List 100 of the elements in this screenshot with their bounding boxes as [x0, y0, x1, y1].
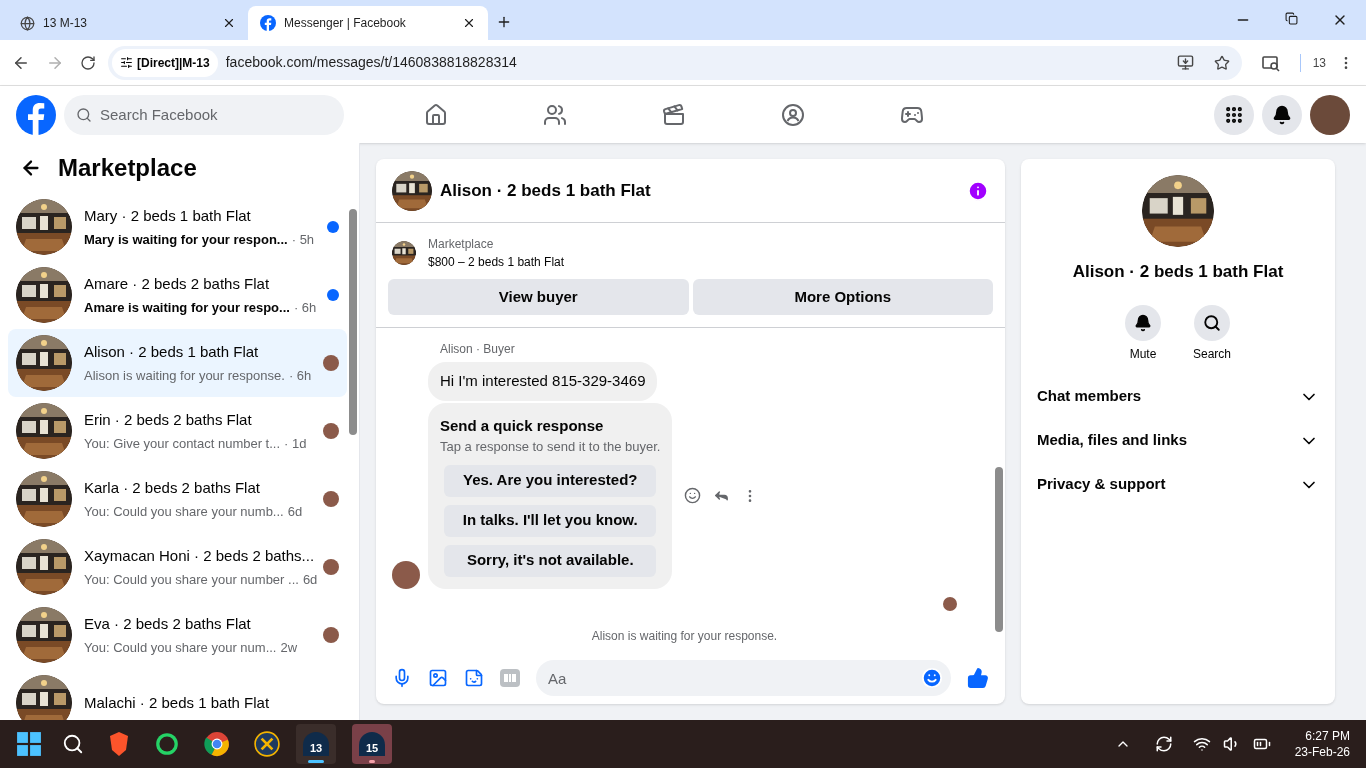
section-label: Privacy & support: [1037, 474, 1167, 495]
conversation-item[interactable]: Karla · 2 beds 2 baths Flat You: Could you share your numb... 6d: [8, 465, 347, 533]
listing-price: $800 – 2 beds 1 bath Flat: [428, 254, 565, 271]
bell-icon: [1134, 313, 1152, 332]
clock-date[interactable]: 23-Feb-26: [1294, 744, 1350, 760]
grid-icon: [1224, 104, 1244, 125]
section-label: Media, files and links: [1037, 430, 1189, 451]
search-icon: [76, 106, 92, 123]
details-section[interactable]: Chat members: [1029, 374, 1327, 419]
globe-icon: [20, 15, 35, 31]
app-number: 15: [359, 732, 385, 756]
sync-icon[interactable]: [1154, 735, 1173, 753]
conversation-title: Xaymacan Honi · 2 beds 2 baths...: [84, 546, 311, 566]
quick-response-button[interactable]: Yes. Are you interested?: [444, 464, 657, 497]
section-label: Chat members: [1037, 386, 1143, 407]
restore-icon[interactable]: [1285, 12, 1298, 25]
conversation-title: Karla · 2 beds 2 baths Flat: [84, 478, 261, 498]
message-preview: You: Could you share your num...: [84, 638, 277, 657]
action-icon-button[interactable]: [1125, 304, 1161, 341]
browser-icon[interactable]: [204, 731, 230, 757]
conversation-item[interactable]: Amare · 2 beds 2 baths Flat Amare is waiting for your respo... · 6h: [8, 261, 347, 329]
action-button[interactable]: View buyer: [388, 279, 689, 315]
site-info-chip[interactable]: [Direct]|M-13: [112, 48, 218, 77]
action-label: Search: [1193, 345, 1231, 363]
quick-response-subtitle: Tap a response to send it to the buyer.: [440, 438, 661, 456]
url-text: facebook.com/messages/t/1460838818828314: [225, 53, 518, 72]
chat-title: Alison · 2 beds 1 bath Flat: [440, 179, 652, 202]
clock-time[interactable]: 6:27 PM: [1305, 728, 1350, 744]
browser-tab[interactable]: 13 M-13: [8, 6, 248, 40]
action-button[interactable]: More Options: [692, 279, 993, 315]
facebook-icon: [260, 15, 276, 31]
message-time: 6d: [302, 570, 318, 589]
message-preview: Mary is waiting for your respon...: [84, 230, 288, 249]
profile-avatar[interactable]: [1310, 94, 1350, 135]
search-icon: [1203, 313, 1221, 332]
image-icon[interactable]: [428, 668, 448, 688]
status-text: Alison is waiting for your response.: [591, 627, 778, 645]
conversation-title: Eva · 2 beds 2 baths Flat: [84, 614, 252, 634]
like-icon[interactable]: [967, 667, 989, 689]
conversation-item[interactable]: Alison · 2 beds 1 bath Flat Alison is waiting for your response. · 6h: [8, 329, 347, 397]
menu-button[interactable]: [1214, 94, 1254, 135]
notifications-button[interactable]: [1262, 94, 1302, 135]
sticker-icon[interactable]: [464, 668, 484, 688]
bookmark-icon[interactable]: [1213, 54, 1230, 71]
browser-tab[interactable]: Messenger | Facebook: [248, 6, 488, 40]
bell-icon: [1272, 104, 1292, 125]
conversation-title: Mary · 2 beds 1 bath Flat: [84, 206, 252, 226]
action-icon-button[interactable]: [1194, 304, 1230, 341]
quick-response-title: Send a quick response: [440, 415, 605, 436]
conversation-item[interactable]: Eva · 2 beds 2 baths Flat You: Could you share your num... 2w: [8, 601, 347, 669]
video-icon[interactable]: [662, 102, 686, 127]
start-icon[interactable]: [16, 731, 42, 757]
conversation-title: Erin · 2 beds 2 baths Flat: [84, 410, 253, 430]
tab-title: 13 M-13: [43, 15, 89, 32]
app-number: 13: [303, 732, 329, 756]
tune-icon: [120, 56, 133, 69]
conversation-item[interactable]: Mary · 2 beds 1 bath Flat Mary is waiting for your respon... · 5h: [8, 193, 347, 261]
message-bubble: Hi I'm interested 815-329-3469: [428, 362, 658, 401]
sidebar-title: Marketplace: [58, 153, 197, 183]
message-time: 2w: [280, 638, 298, 657]
contact-name: Alison · 2 beds 1 bath Flat: [1072, 261, 1284, 283]
message-time: · 6h: [293, 298, 317, 317]
taskbar-app[interactable]: 13: [296, 724, 336, 764]
search-tabs-icon[interactable]: [1261, 53, 1280, 72]
new-tab-icon[interactable]: [496, 14, 512, 30]
quick-response-button[interactable]: Sorry, it's not available.: [444, 544, 657, 577]
conversation-item[interactable]: Xaymacan Honi · 2 beds 2 baths... You: Could you share your number ... 6d: [8, 533, 347, 601]
search-icon[interactable]: [62, 733, 84, 755]
groups-icon[interactable]: [781, 102, 805, 127]
search-field[interactable]: Search Facebook: [64, 94, 344, 135]
message-preview: Amare is waiting for your respo...: [84, 298, 290, 317]
info-icon[interactable]: [967, 179, 989, 202]
profile-count[interactable]: 13: [1312, 53, 1326, 72]
seen-avatar: [943, 596, 957, 611]
react-icon[interactable]: [684, 487, 702, 504]
close-icon[interactable]: [222, 16, 236, 30]
message-preview: Alison is waiting for your response.: [84, 366, 285, 385]
details-section[interactable]: Media, files and links: [1029, 418, 1327, 463]
reload-icon[interactable]: [80, 54, 96, 71]
home-icon[interactable]: [424, 102, 448, 127]
friends-icon[interactable]: [543, 102, 567, 127]
facebook-logo[interactable]: [16, 94, 56, 135]
message-time: · 5h: [291, 230, 315, 249]
conversation-title: Malachi · 2 beds 1 bath Flat: [84, 692, 271, 713]
quick-response-button[interactable]: In talks. I'll let you know.: [444, 504, 657, 537]
install-icon[interactable]: [1176, 54, 1194, 71]
address-bar[interactable]: [Direct]|M-13 facebook.com/messages/t/1460838818828314: [108, 45, 1242, 80]
message-field[interactable]: Aa: [536, 660, 951, 696]
buyer-avatar: [392, 560, 420, 589]
close-icon[interactable]: [462, 16, 476, 30]
taskbar-app[interactable]: 15: [352, 724, 392, 764]
conversation-title: Amare · 2 beds 2 baths Flat: [84, 274, 271, 294]
wifi-icon[interactable]: [1192, 735, 1211, 753]
emoji-icon[interactable]: [921, 667, 943, 689]
app-icon[interactable]: [254, 731, 280, 757]
details-section[interactable]: Privacy & support: [1029, 462, 1327, 507]
microphone-icon[interactable]: [392, 668, 412, 688]
listing-label: Marketplace: [428, 236, 495, 253]
message-preview: You: Could you share your numb...: [84, 502, 284, 521]
conversation-item[interactable]: Erin · 2 beds 2 baths Flat You: Give your contact number t... · 1d: [8, 397, 347, 465]
